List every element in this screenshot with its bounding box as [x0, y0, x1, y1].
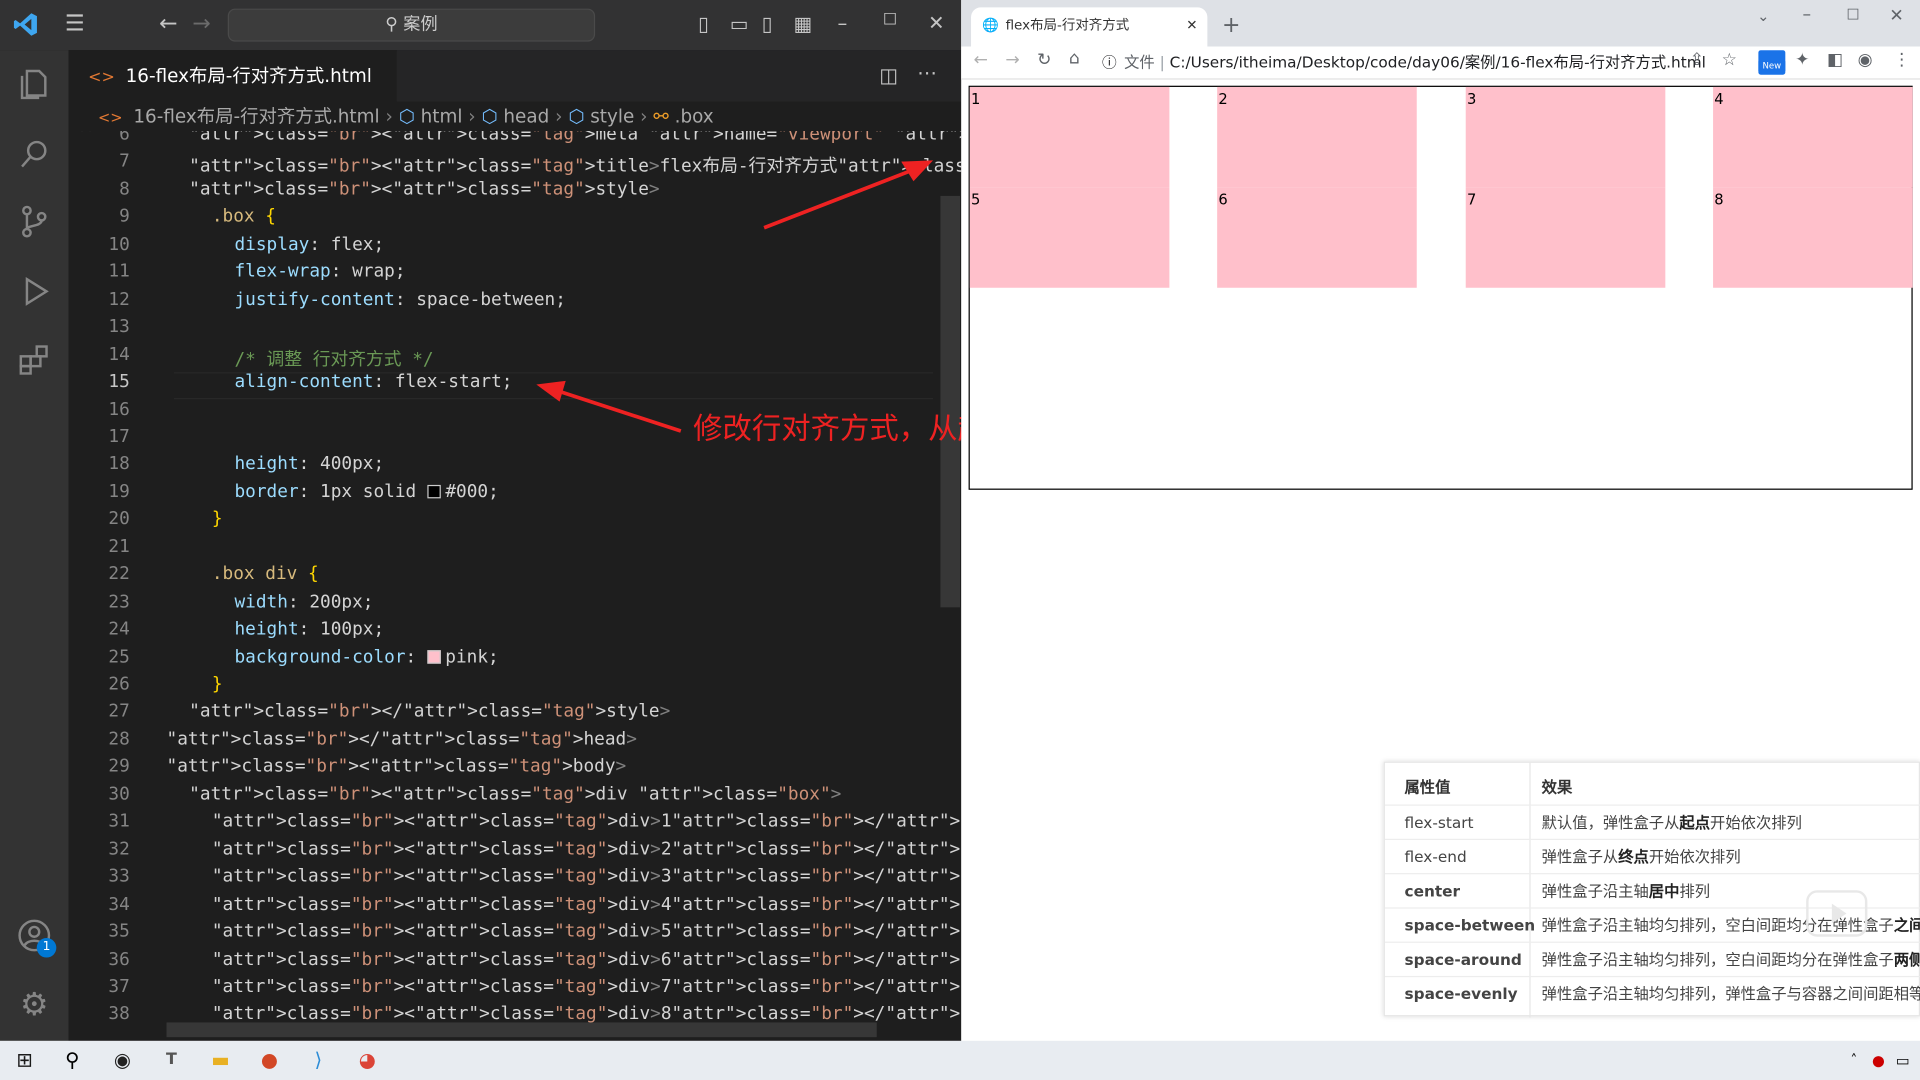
property-effect: 弹性盒子沿主轴均匀排列，弹性盒子与容器之间间距相等 — [1541, 984, 1920, 1003]
flex-item: 2 — [1217, 86, 1417, 188]
home-icon[interactable]: ⌂ — [1069, 49, 1080, 69]
tray-screen-icon[interactable]: ▭ — [1888, 1046, 1917, 1075]
chrome-menu-icon[interactable]: ⋮ — [1893, 50, 1910, 70]
flex-item: 6 — [1217, 187, 1417, 288]
profile-avatar-icon[interactable]: ◉ — [1858, 50, 1873, 70]
property-effect: 弹性盒子沿主轴居中排列 — [1541, 881, 1711, 901]
search-icon[interactable]: ⚲ — [58, 1046, 87, 1075]
table-header: 属性值 效果 — [1385, 770, 1920, 804]
obs-icon[interactable]: ◉ — [108, 1046, 137, 1075]
flex-item: 5 — [969, 187, 1170, 288]
property-value: space-around — [1404, 950, 1522, 969]
property-value: space-evenly — [1404, 984, 1518, 1003]
browser-tab-title: flex布局-行对齐方式 — [1005, 17, 1130, 34]
new-tab-icon[interactable]: + — [1222, 12, 1240, 38]
extension-new-icon[interactable]: New — [1758, 50, 1786, 75]
property-effect: 默认值，弹性盒子从起点开始依次排列 — [1541, 813, 1802, 832]
url-prefix: 文件 — [1124, 52, 1155, 72]
typora-icon[interactable]: T — [157, 1046, 186, 1075]
url-text: C:/Users/itheima/Desktop/code/day06/案例/1… — [1169, 52, 1706, 72]
file-explorer-icon[interactable]: ▬ — [206, 1046, 235, 1075]
table-row: space-around 弹性盒子沿主轴均匀排列，空白间距均分在弹性盒子两侧 — [1384, 941, 1920, 976]
close-window-icon[interactable]: ✕ — [1889, 6, 1903, 26]
property-value: flex-start — [1404, 813, 1474, 832]
flex-item: 7 — [1465, 187, 1666, 288]
flex-item: 3 — [1465, 86, 1666, 188]
flex-item: 4 — [1713, 86, 1913, 188]
side-panel-icon[interactable]: ◧ — [1827, 50, 1843, 70]
flex-item: 8 — [1713, 187, 1913, 288]
close-tab-icon[interactable]: ✕ — [1186, 7, 1197, 44]
table-row: flex-start 默认值，弹性盒子从起点开始依次排列 — [1384, 804, 1920, 838]
property-value: flex-end — [1404, 847, 1467, 866]
minimize-icon[interactable]: – — [1802, 5, 1811, 25]
bookmark-star-icon[interactable]: ☆ — [1722, 50, 1737, 70]
forward-arrow-icon[interactable]: → — [1005, 50, 1019, 70]
browser-tab[interactable]: 🌐 flex布局-行对齐方式 ✕ — [971, 7, 1208, 47]
table-row: space-evenly 弹性盒子沿主轴均匀排列，弹性盒子与容器之间间距相等 — [1384, 975, 1920, 1010]
maximize-icon[interactable]: ☐ — [1847, 6, 1860, 23]
video-watermark-icon — [1806, 890, 1868, 937]
property-value: space-between — [1404, 915, 1536, 935]
windows-start-icon[interactable]: ⊞ — [10, 1046, 39, 1075]
header-effect: 效果 — [1541, 777, 1573, 796]
tab-search-chevron-icon[interactable]: ⌄ — [1757, 7, 1769, 24]
reload-icon[interactable]: ↻ — [1037, 50, 1051, 70]
header-value: 属性值 — [1404, 777, 1451, 796]
share-icon[interactable]: ⇪ — [1690, 50, 1704, 70]
property-value: center — [1404, 881, 1461, 901]
property-effect: 弹性盒子沿主轴均匀排列，空白间距均分在弹性盒子两侧 — [1541, 950, 1920, 969]
table-row: flex-end 弹性盒子从终点开始依次排列 — [1384, 838, 1920, 873]
chrome-taskbar-icon[interactable]: ◕ — [353, 1046, 382, 1075]
windows-taskbar: ⊞ ⚲ ◉ T ▬ ● ⟩ ◕ ˄ ● ▭ — [0, 1040, 1920, 1080]
new-badge: New — [1758, 61, 1786, 72]
url-separator: | — [1159, 52, 1170, 72]
address-bar[interactable]: ⓘ 文件 | C:/Users/itheima/Desktop/code/day… — [1102, 49, 1706, 76]
info-icon: ⓘ — [1102, 53, 1117, 72]
back-arrow-icon[interactable]: ← — [973, 50, 987, 70]
puzzle-extensions-icon[interactable]: ✦ — [1795, 50, 1809, 70]
flex-item: 1 — [969, 86, 1170, 188]
property-effect: 弹性盒子从终点开始依次排列 — [1541, 847, 1741, 866]
vscode-taskbar-icon[interactable]: ⟩ — [304, 1046, 333, 1075]
powerpoint-icon[interactable]: ● — [255, 1046, 284, 1075]
globe-icon: 🌐 — [982, 17, 999, 34]
